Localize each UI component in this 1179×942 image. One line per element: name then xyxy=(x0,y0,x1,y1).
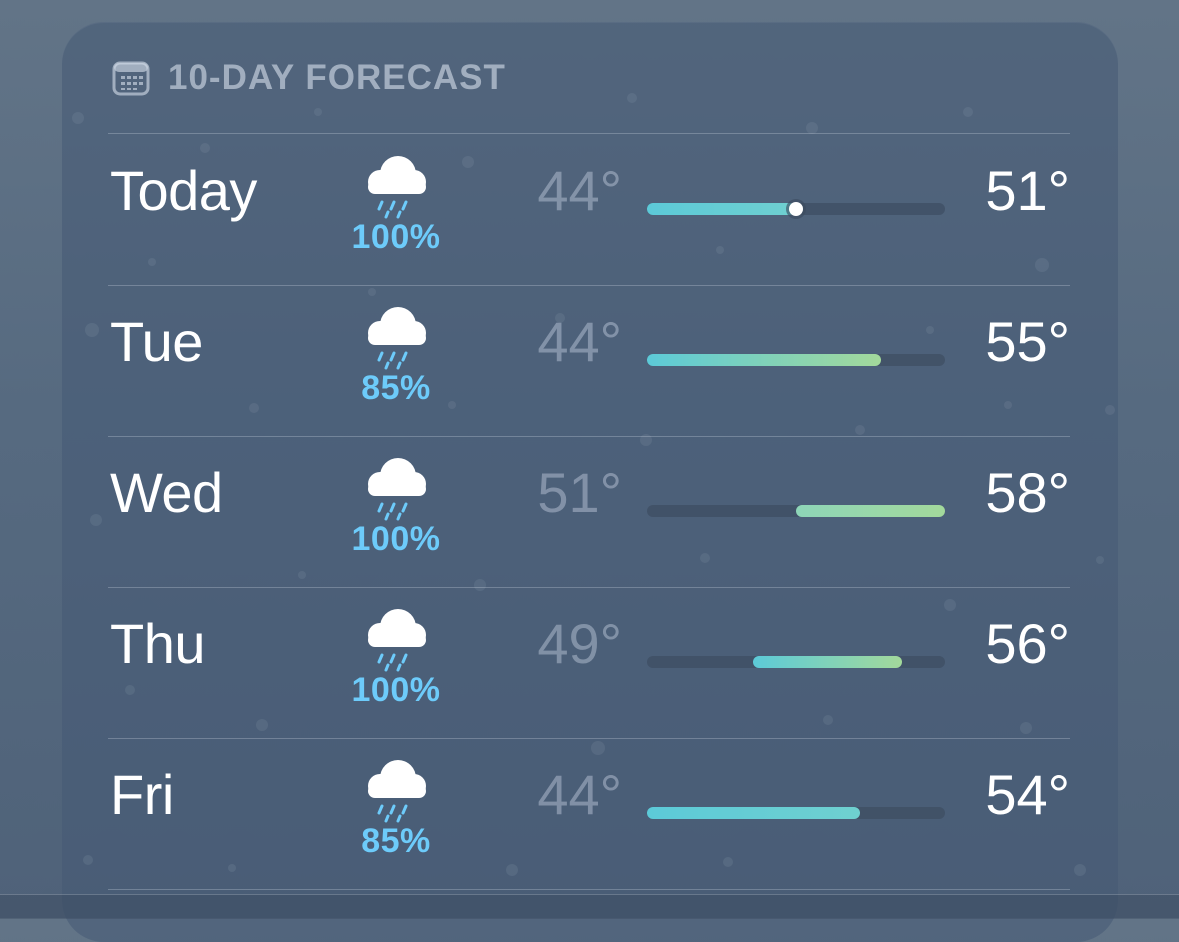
temp-range-fill xyxy=(647,354,881,366)
condition: 85% xyxy=(338,754,454,861)
cloud-rain-icon xyxy=(368,156,426,219)
high-temp: 54° xyxy=(985,763,1070,826)
day-label: Thu xyxy=(110,612,206,675)
forecast-header: 10-DAY FORECAST xyxy=(112,56,506,100)
forecast-row-today[interactable]: Today 100% 44° 51° xyxy=(108,134,1070,285)
low-temp: 51° xyxy=(537,461,622,524)
precip-chance: 100% xyxy=(351,218,441,256)
temp-range-bar xyxy=(647,807,945,819)
high-temp: 58° xyxy=(985,461,1070,524)
temp-range-bar xyxy=(647,656,945,668)
temp-range-fill xyxy=(647,807,860,819)
day-label: Tue xyxy=(110,310,203,373)
current-temp-dot xyxy=(789,202,803,216)
temp-range-bar xyxy=(647,354,945,366)
precip-chance: 85% xyxy=(361,369,431,407)
temp-range-fill xyxy=(796,505,945,517)
precip-chance: 85% xyxy=(361,822,431,860)
temp-range-fill xyxy=(647,203,796,215)
condition: 100% xyxy=(338,150,454,257)
high-temp: 56° xyxy=(985,612,1070,675)
forecast-row-tue[interactable]: Tue 85% 44° 55° xyxy=(108,285,1070,436)
condition: 100% xyxy=(338,603,454,710)
high-temp: 55° xyxy=(985,310,1070,373)
day-label: Wed xyxy=(110,461,223,524)
calendar-icon xyxy=(112,61,150,96)
low-temp: 49° xyxy=(537,612,622,675)
high-temp: 51° xyxy=(985,159,1070,222)
next-card-edge xyxy=(0,894,1179,919)
cloud-rain-icon xyxy=(368,307,426,370)
day-label: Fri xyxy=(110,763,174,826)
precip-chance: 100% xyxy=(351,671,441,709)
low-temp: 44° xyxy=(537,310,622,373)
low-temp: 44° xyxy=(537,159,622,222)
cloud-rain-icon xyxy=(368,609,426,672)
forecast-row-fri[interactable]: Fri 85% 44° 54° xyxy=(108,738,1070,889)
precip-chance: 100% xyxy=(351,520,441,558)
temp-range-bar xyxy=(647,505,945,517)
condition: 85% xyxy=(338,301,454,408)
cloud-rain-icon xyxy=(368,760,426,823)
condition: 100% xyxy=(338,452,454,559)
forecast-row-thu[interactable]: Thu 100% 49° 56° xyxy=(108,587,1070,738)
section-title: 10-DAY FORECAST xyxy=(168,58,506,97)
low-temp: 44° xyxy=(537,763,622,826)
cloud-rain-icon xyxy=(368,458,426,521)
forecast-row-wed[interactable]: Wed 100% 51° 58° xyxy=(108,436,1070,587)
day-label: Today xyxy=(110,159,257,222)
temp-range-fill xyxy=(753,656,902,668)
temp-range-bar xyxy=(647,202,945,216)
divider xyxy=(108,889,1070,890)
